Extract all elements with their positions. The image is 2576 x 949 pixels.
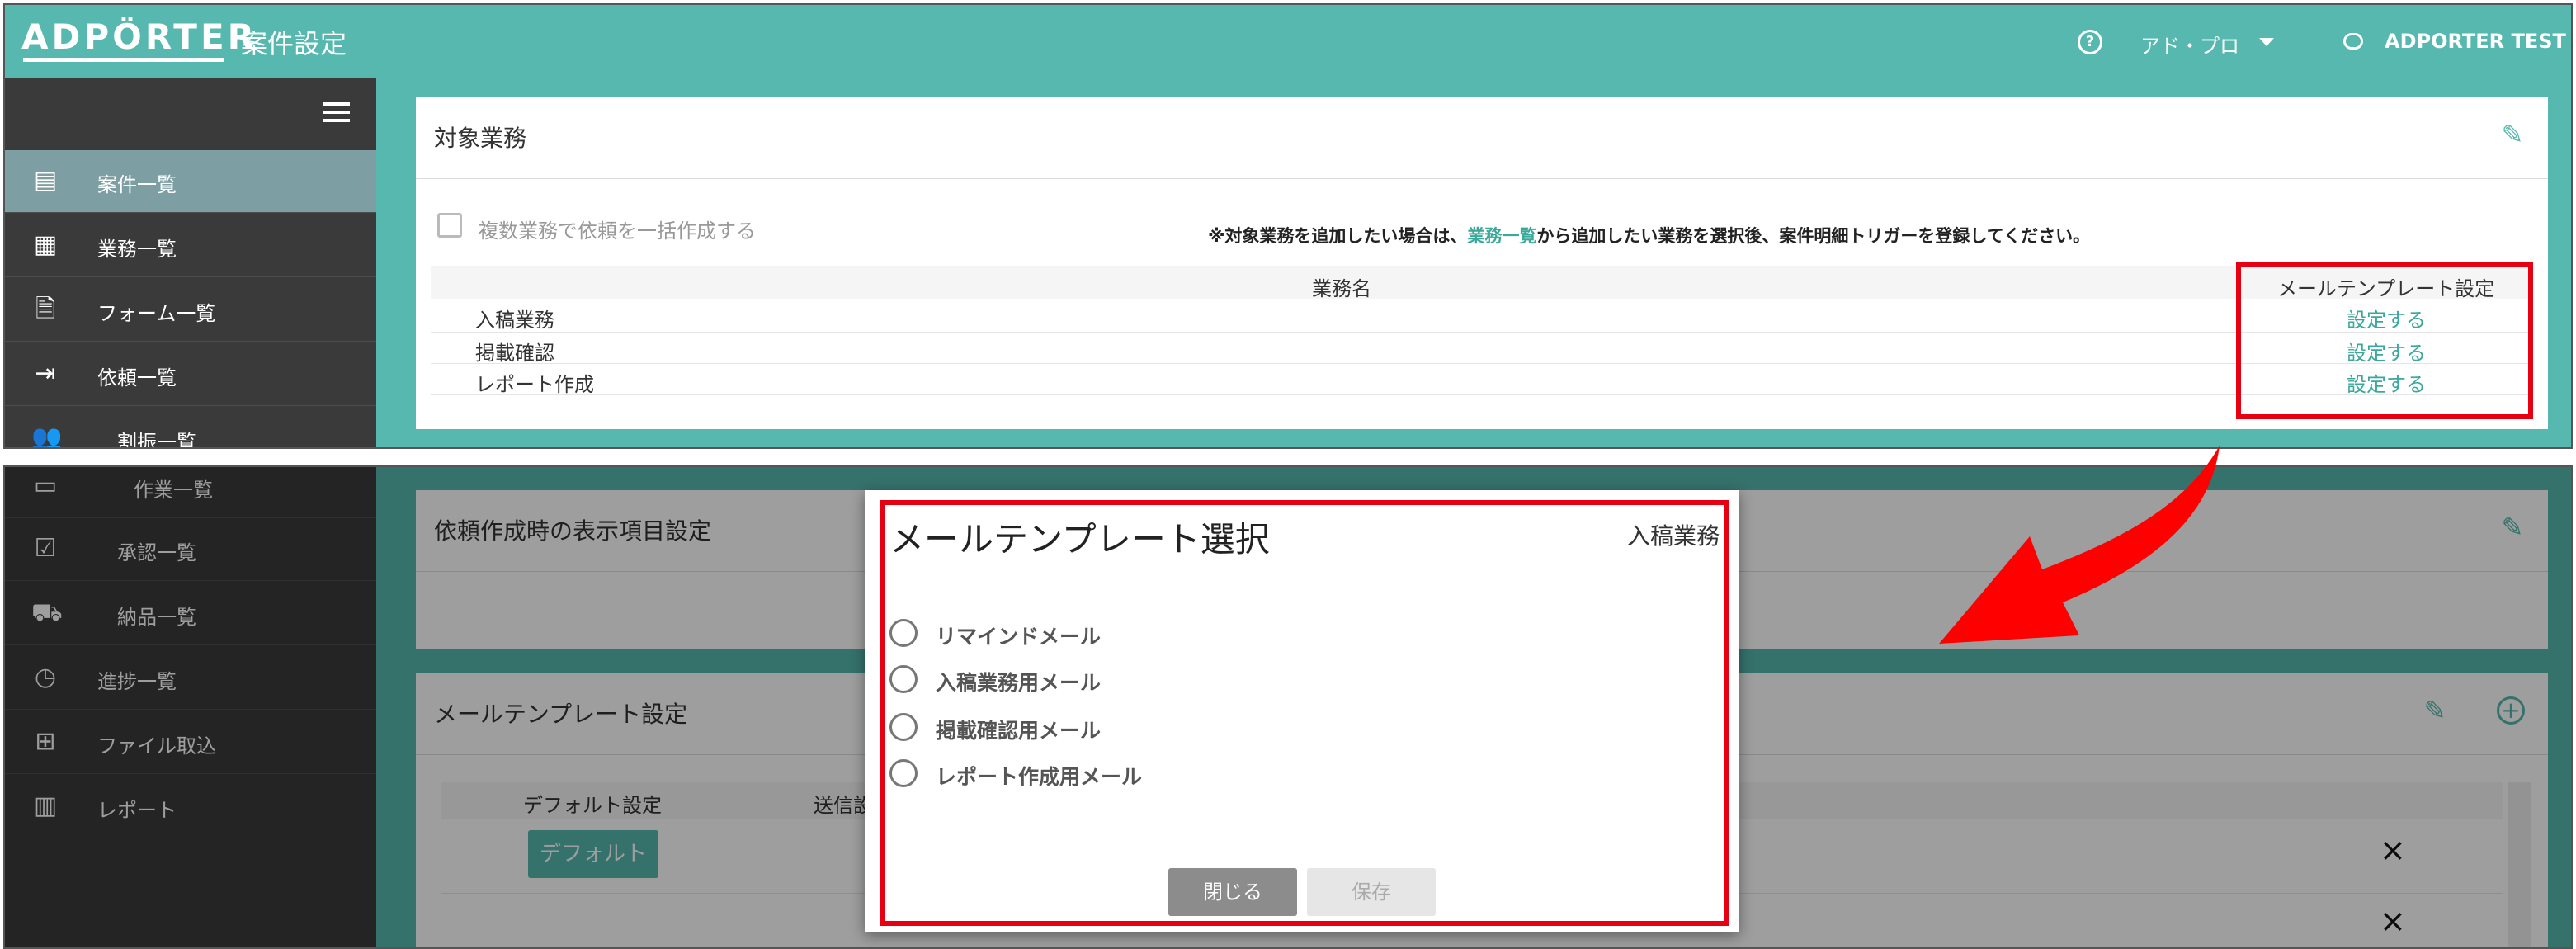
highlight-box: [880, 500, 1729, 926]
document-icon: ▤: [33, 166, 58, 195]
sidebar-item-label: 業務一覧: [97, 238, 177, 261]
menu-icon[interactable]: [323, 102, 350, 127]
task-name: レポート作成: [475, 373, 594, 396]
app-header: ADPÖRTER 案件設定 ? アド・プロ ADPORTER TEST: [5, 5, 2571, 76]
card-title: 対象業務: [434, 125, 527, 152]
bottom-screenshot-panel: ▭ 作業一覧 ☑ 承認一覧 ⛟ 納品一覧 ◷ 進捗一覧 ⊞ ファイル取込 ▥ レ…: [3, 465, 2573, 949]
row-divider: [431, 394, 2533, 395]
sidebar-item-requests[interactable]: ⇥ 依頼一覧: [5, 343, 376, 406]
bulk-create-checkbox[interactable]: [437, 213, 462, 238]
sidebar-item-projects[interactable]: ▤ 案件一覧: [5, 150, 376, 213]
edit-icon[interactable]: ✎: [2498, 120, 2526, 149]
people-icon: 👥: [31, 423, 63, 449]
column-header-task-name: 業務名: [1312, 277, 1371, 300]
caret-down-icon[interactable]: [2259, 38, 2274, 46]
account-icon[interactable]: [2343, 33, 2363, 50]
row-divider: [431, 332, 2533, 333]
logo-underline: [23, 58, 224, 62]
bulk-create-label: 複数業務で依頼を一括作成する: [479, 220, 756, 243]
row-divider: [431, 363, 2533, 364]
building-icon: ▦: [33, 230, 58, 259]
target-tasks-card: 対象業務 ✎ 複数業務で依頼を一括作成する ※対象業務を追加したい場合は、業務一…: [416, 97, 2548, 429]
sidebar-item-forms[interactable]: 🗎 フォーム一覧: [5, 279, 376, 342]
task-name: 掲載確認: [475, 342, 554, 365]
user-menu[interactable]: アド・プロ: [2140, 30, 2239, 59]
top-screenshot-panel: ADPÖRTER 案件設定 ? アド・プロ ADPORTER TEST ▤ 案件…: [3, 3, 2573, 449]
notice-text: ※対象業務を追加したい場合は、業務一覧から追加したい業務を選択後、案件明細トリガ…: [1208, 226, 2091, 246]
sidebar-item-label: フォーム一覧: [97, 302, 216, 325]
login-icon: ⇥: [35, 359, 56, 388]
account-name[interactable]: ADPORTER TEST: [2385, 30, 2566, 53]
sidebar-item-label: 案件一覧: [97, 173, 177, 196]
divider: [416, 178, 2548, 179]
task-name: 入稿業務: [475, 309, 554, 332]
app-logo[interactable]: ADPÖRTER: [21, 17, 257, 57]
sidebar: ▤ 案件一覧 ▦ 業務一覧 🗎 フォーム一覧 ⇥ 依頼一覧 👥 割振一覧: [5, 78, 376, 449]
highlight-box: [2236, 262, 2533, 419]
sidebar-item-tasks[interactable]: ▦ 業務一覧: [5, 215, 376, 277]
table-header: [431, 266, 2533, 299]
sidebar-item-assignments[interactable]: 👥 割振一覧: [5, 408, 376, 449]
sidebar-item-label: 割振一覧: [117, 431, 196, 449]
page-title: 案件設定: [241, 28, 347, 59]
form-file-icon: 🗎: [35, 295, 56, 323]
help-icon[interactable]: ?: [2078, 30, 2102, 54]
task-list-link[interactable]: 業務一覧: [1467, 226, 1536, 246]
sidebar-item-label: 依頼一覧: [97, 366, 177, 390]
